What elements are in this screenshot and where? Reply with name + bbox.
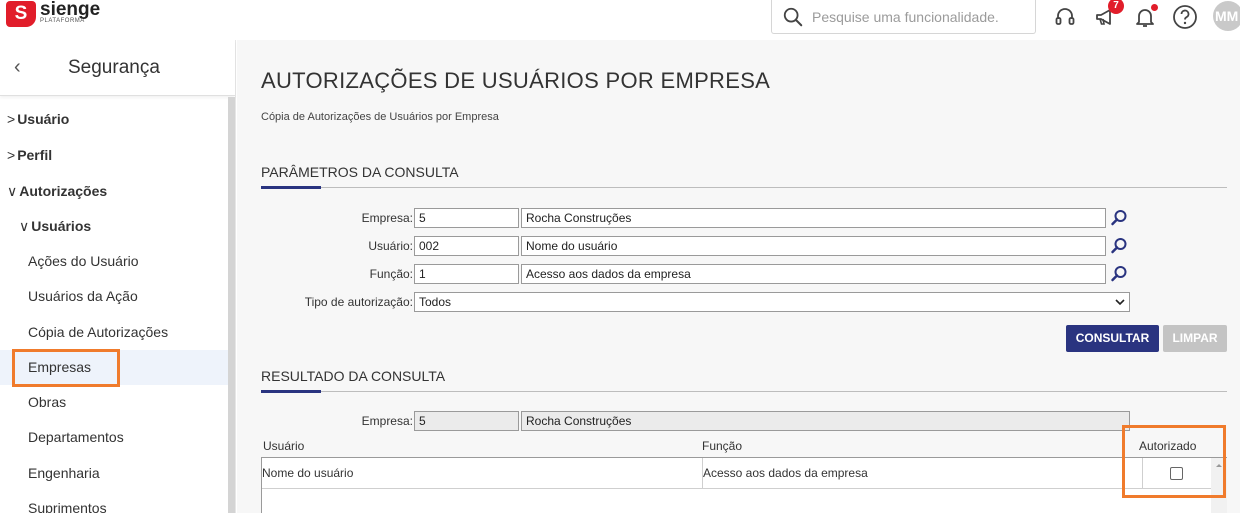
empresa-label: Empresa: [361, 211, 413, 225]
column-header-funcao[interactable]: Função [702, 439, 742, 453]
sidebar-title: Segurança [68, 56, 160, 78]
result-empresa-label: Empresa: [361, 414, 413, 428]
result-section-title: RESULTADO DA CONSULTA [261, 368, 446, 384]
sidebar-header: ‹ Segurança [0, 40, 235, 96]
empresa-lookup-search-icon[interactable] [1109, 208, 1129, 228]
tipo-autorizacao-value: Todos [419, 295, 452, 309]
tipo-autorizacao-label: Tipo de autorização: [304, 295, 413, 309]
search-icon [783, 7, 803, 26]
notifications-badge: 7 [1108, 0, 1124, 14]
main-content: AUTORIZAÇÕES DE USUÁRIOS POR EMPRESA Cóp… [237, 40, 1240, 513]
sienge-logo[interactable]: S sienge PLATAFORMA [6, 0, 101, 27]
sidebar-item-engenharia[interactable]: Engenharia [28, 465, 100, 481]
chevron-right-icon: > [7, 111, 16, 127]
result-empresa-name: Rocha Construções [521, 411, 1130, 431]
funcao-lookup-search-icon[interactable] [1109, 264, 1129, 284]
sienge-logo-icon: S [6, 1, 36, 27]
sidebar-scrollbar[interactable] [228, 97, 235, 513]
chevron-down-icon: ∨ [7, 183, 18, 199]
unread-dot [1151, 4, 1158, 11]
limpar-button[interactable]: LIMPAR [1163, 325, 1227, 352]
sidebar-item-autorizacoes[interactable]: ∨ Autorizações [7, 183, 107, 200]
sidebar-item-departamentos[interactable]: Departamentos [28, 429, 124, 445]
page-subtitle: Cópia de Autorizações de Usuários por Em… [261, 111, 499, 123]
cell-usuario: Nome do usuário [262, 466, 354, 480]
params-section-divider [261, 187, 1227, 188]
empresa-code-field[interactable]: 5 [414, 208, 519, 228]
feature-search[interactable] [771, 0, 1036, 34]
sidebar-item-usuarios[interactable]: ∨ Usuários [19, 218, 91, 235]
usuario-lookup-search-icon[interactable] [1109, 236, 1129, 256]
cell-funcao: Acesso aos dados da empresa [703, 466, 868, 480]
column-header-usuario[interactable]: Usuário [263, 439, 304, 453]
funcao-name-field[interactable]: Acesso aos dados da empresa [521, 264, 1106, 284]
usuario-label: Usuário: [368, 239, 413, 253]
chevron-down-icon: ∨ [19, 218, 30, 234]
brand-name: sienge [40, 0, 101, 20]
usuario-code-field[interactable]: 002 [414, 236, 519, 256]
tipo-autorizacao-select[interactable]: Todos [414, 292, 1130, 312]
user-avatar[interactable]: MM [1213, 1, 1240, 31]
sidebar-item-perfil[interactable]: > Perfil [7, 147, 52, 163]
result-section-divider [261, 391, 1227, 392]
chevron-down-icon [1115, 299, 1125, 306]
notifications-bell-icon[interactable] [1132, 4, 1158, 30]
search-input[interactable] [812, 8, 1022, 25]
usuario-name-field[interactable]: Nome do usuário [521, 236, 1106, 256]
chevron-right-icon: > [7, 147, 16, 163]
back-chevron-icon[interactable]: ‹ [14, 56, 32, 79]
support-headset-icon[interactable] [1052, 4, 1078, 30]
sidebar-item-copia-de-autorizacoes[interactable]: Cópia de Autorizações [28, 324, 168, 340]
announcements-megaphone-icon[interactable]: 7 [1092, 0, 1124, 30]
sidebar-item-acoes-do-usuario[interactable]: Ações do Usuário [28, 253, 139, 269]
sidebar-item-usuario[interactable]: > Usuário [7, 111, 69, 127]
params-section-title: PARÂMETROS DA CONSULTA [261, 164, 459, 180]
result-grid: Nome do usuário Acesso aos dados da empr… [261, 457, 1227, 513]
empresa-name-field[interactable]: Rocha Construções [521, 208, 1106, 228]
funcao-label: Função: [369, 267, 413, 281]
consultar-button[interactable]: CONSULTAR [1066, 325, 1159, 352]
sidebar: ‹ Segurança > Usuário > Perfil ∨ Autorizaçõ… [0, 40, 236, 513]
top-bar: S sienge PLATAFORMA 7 MM [0, 0, 1240, 40]
help-icon[interactable] [1172, 4, 1198, 30]
row-divider [262, 488, 1226, 489]
sidebar-item-usuarios-da-acao[interactable]: Usuários da Ação [28, 288, 138, 304]
sidebar-item-obras[interactable]: Obras [28, 394, 66, 410]
autorizado-highlight-box [1122, 425, 1226, 498]
result-empresa-code: 5 [414, 411, 519, 431]
result-section-accent [261, 390, 321, 393]
sidebar-item-suprimentos[interactable]: Suprimentos [28, 500, 107, 513]
page-title: AUTORIZAÇÕES DE USUÁRIOS POR EMPRESA [261, 68, 771, 93]
empresas-highlight-box [12, 349, 120, 387]
params-section-accent [261, 186, 321, 189]
funcao-code-field[interactable]: 1 [414, 264, 519, 284]
